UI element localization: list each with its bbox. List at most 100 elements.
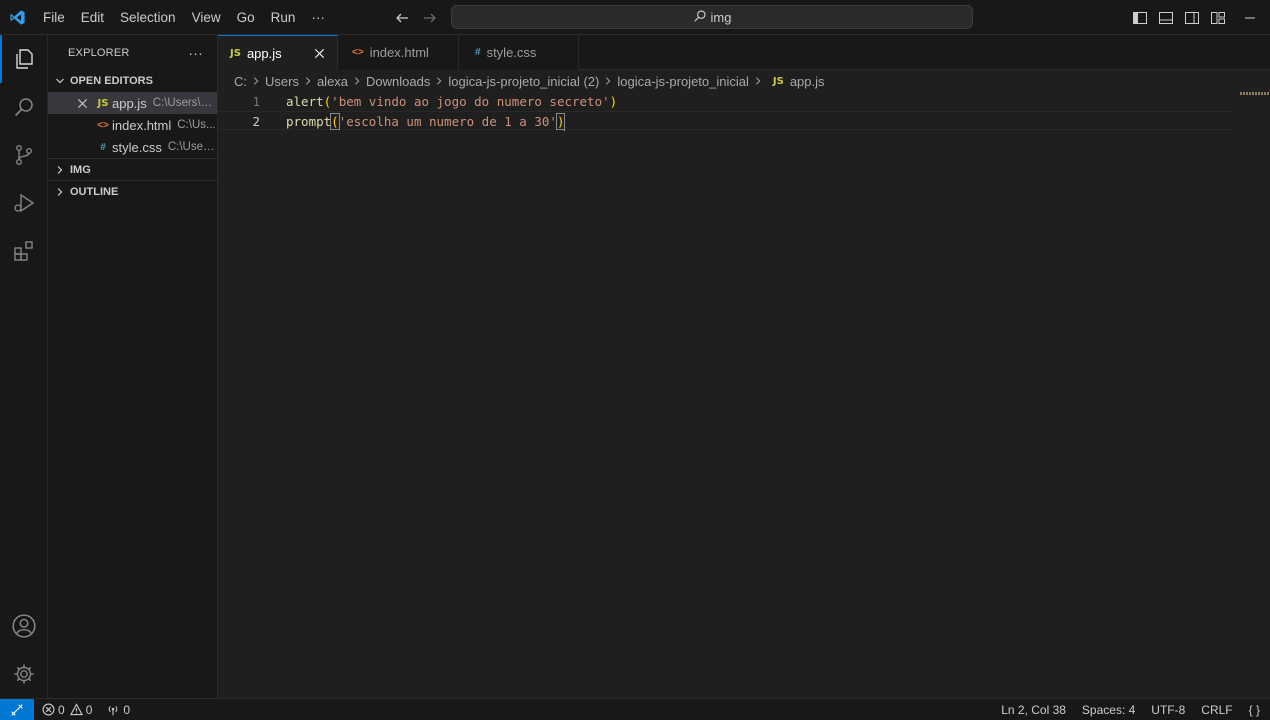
outline-label: OUTLINE [70,185,119,198]
string-token: 'bem vindo ao jogo do numero secreto' [331,94,610,109]
js-file-icon: JS [97,97,109,109]
forward-arrow-icon[interactable] [420,8,440,28]
customize-layout-icon[interactable] [1210,10,1226,26]
text-cursor [564,114,566,131]
string-token: 'escolha um numero de 1 a 30' [338,114,557,129]
cursor-position[interactable]: Ln 2, Col 38 [1001,703,1066,717]
end-of-line[interactable]: CRLF [1201,703,1232,717]
close-icon[interactable] [74,95,90,111]
menu-bar: File Edit Selection View Go Run ··· [35,0,333,35]
open-editors-label: OPEN EDITORS [70,75,153,87]
folder-section-img[interactable]: IMG [48,158,217,180]
menu-edit[interactable]: Edit [73,0,112,35]
tab-label: app.js [246,45,282,61]
bracket-token: ( [330,113,340,130]
source-control-icon[interactable] [0,131,48,179]
breadcrumb-item[interactable]: Downloads [366,74,430,89]
warning-icon [69,703,83,716]
code-editor[interactable]: 1 alert ( 'bem vindo ao jogo do numero sec… [218,92,1270,698]
status-bar: 0 0 0 Ln 2, Col 38 Spaces: 4 UTF-8 CRLF … [0,698,1270,720]
activity-bar [0,35,48,698]
tab-label: index.html [369,45,429,60]
encoding[interactable]: UTF-8 [1151,703,1185,717]
minimize-icon[interactable] [1244,0,1256,35]
explorer-title: EXPLORER [68,46,130,59]
command-center-search[interactable]: img [451,5,973,29]
ports-count: 0 [123,702,131,717]
breadcrumb: C: Users alexa Downloads logica-js-proje… [218,70,825,92]
file-name: app.js [112,95,147,111]
accounts-icon[interactable] [0,602,48,650]
folder-label: IMG [70,163,91,176]
layout-controls [1132,0,1226,35]
explorer-sidebar: EXPLORER ··· OPEN EDITORS JS app.js C:\U… [48,35,218,698]
extensions-icon[interactable] [0,227,48,275]
html-file-icon: <> [352,47,364,58]
menu-view[interactable]: View [184,0,229,35]
menu-more[interactable]: ··· [303,0,333,35]
chevron-right-icon [753,76,763,86]
css-file-icon: # [475,47,481,58]
problems-indicator[interactable]: 0 0 [42,703,92,717]
menu-file[interactable]: File [35,0,73,35]
toggle-primary-sidebar-icon[interactable] [1132,10,1148,26]
breadcrumb-item[interactable]: app.js [790,74,825,89]
menu-run[interactable]: Run [263,0,304,35]
close-icon[interactable] [311,45,327,61]
tab-index-html[interactable]: <> index.html [338,35,459,70]
indentation[interactable]: Spaces: 4 [1082,703,1135,717]
open-editor-item-app-js[interactable]: JS app.js C:\Users\al... [48,92,217,114]
function-token: prompt [286,114,332,129]
chevron-right-icon [303,76,313,86]
line-number: 1 [252,94,260,109]
open-editor-item-index-html[interactable]: <> index.html C:\Us... [48,114,217,136]
breadcrumb-item[interactable]: C: [234,74,247,89]
back-arrow-icon[interactable] [392,8,412,28]
breadcrumb-item[interactable]: logica-js-projeto_inicial [617,74,749,89]
toggle-panel-icon[interactable] [1158,10,1174,26]
vscode-logo-icon [0,0,35,35]
tab-app-js[interactable]: JS app.js [218,35,338,71]
command-center-text: img [710,9,732,25]
error-icon [42,703,55,716]
toggle-secondary-sidebar-icon[interactable] [1184,10,1200,26]
broadcast-icon [109,705,118,715]
code-line-current[interactable]: 2 prompt('escolha um numero de 1 a 30') [218,111,1232,131]
css-file-icon: # [100,141,106,153]
outline-section[interactable]: OUTLINE [48,180,217,202]
language-mode[interactable]: { } [1249,703,1260,717]
remote-indicator-icon[interactable] [0,698,34,720]
menu-go[interactable]: Go [229,0,263,35]
error-count: 0 [58,702,65,717]
tab-style-css[interactable]: # style.css [459,35,579,70]
minimap[interactable] [1240,92,1270,95]
menu-selection[interactable]: Selection [112,0,184,35]
more-actions-icon[interactable]: ··· [188,45,203,61]
ports-indicator[interactable]: 0 [106,703,130,717]
function-token: alert [286,94,324,109]
explorer-header: EXPLORER ··· [48,35,217,70]
chevron-right-icon [251,76,261,86]
manage-gear-icon[interactable] [0,650,48,698]
bracket-token: ) [609,94,618,109]
breadcrumb-item[interactable]: Users [265,74,299,89]
run-and-debug-icon[interactable] [0,179,48,227]
explorer-icon[interactable] [0,35,48,83]
breadcrumb-item[interactable]: alexa [317,74,348,89]
code-line[interactable]: 1 alert('bem vindo ao jogo do numero sec… [218,92,1232,111]
breadcrumb-item[interactable]: logica-js-projeto_inicial (2) [448,74,599,89]
open-editor-item-style-css[interactable]: # style.css C:\Users... [48,136,217,158]
navigation-arrows [392,0,440,35]
file-name: style.css [112,139,162,155]
chevron-right-icon [352,76,362,86]
tab-label: style.css [486,45,537,60]
line-number: 2 [252,114,260,129]
search-icon[interactable] [0,83,48,131]
file-path: C:\Users... [167,141,217,153]
chevron-down-icon [56,78,64,84]
html-file-icon: <> [97,119,109,131]
chevron-right-icon [603,76,613,86]
open-editors-section[interactable]: OPEN EDITORS [48,70,217,92]
file-path: C:\Users\al... [152,97,217,109]
editor-tabs: JS app.js <> index.html # style.css [218,35,1270,71]
